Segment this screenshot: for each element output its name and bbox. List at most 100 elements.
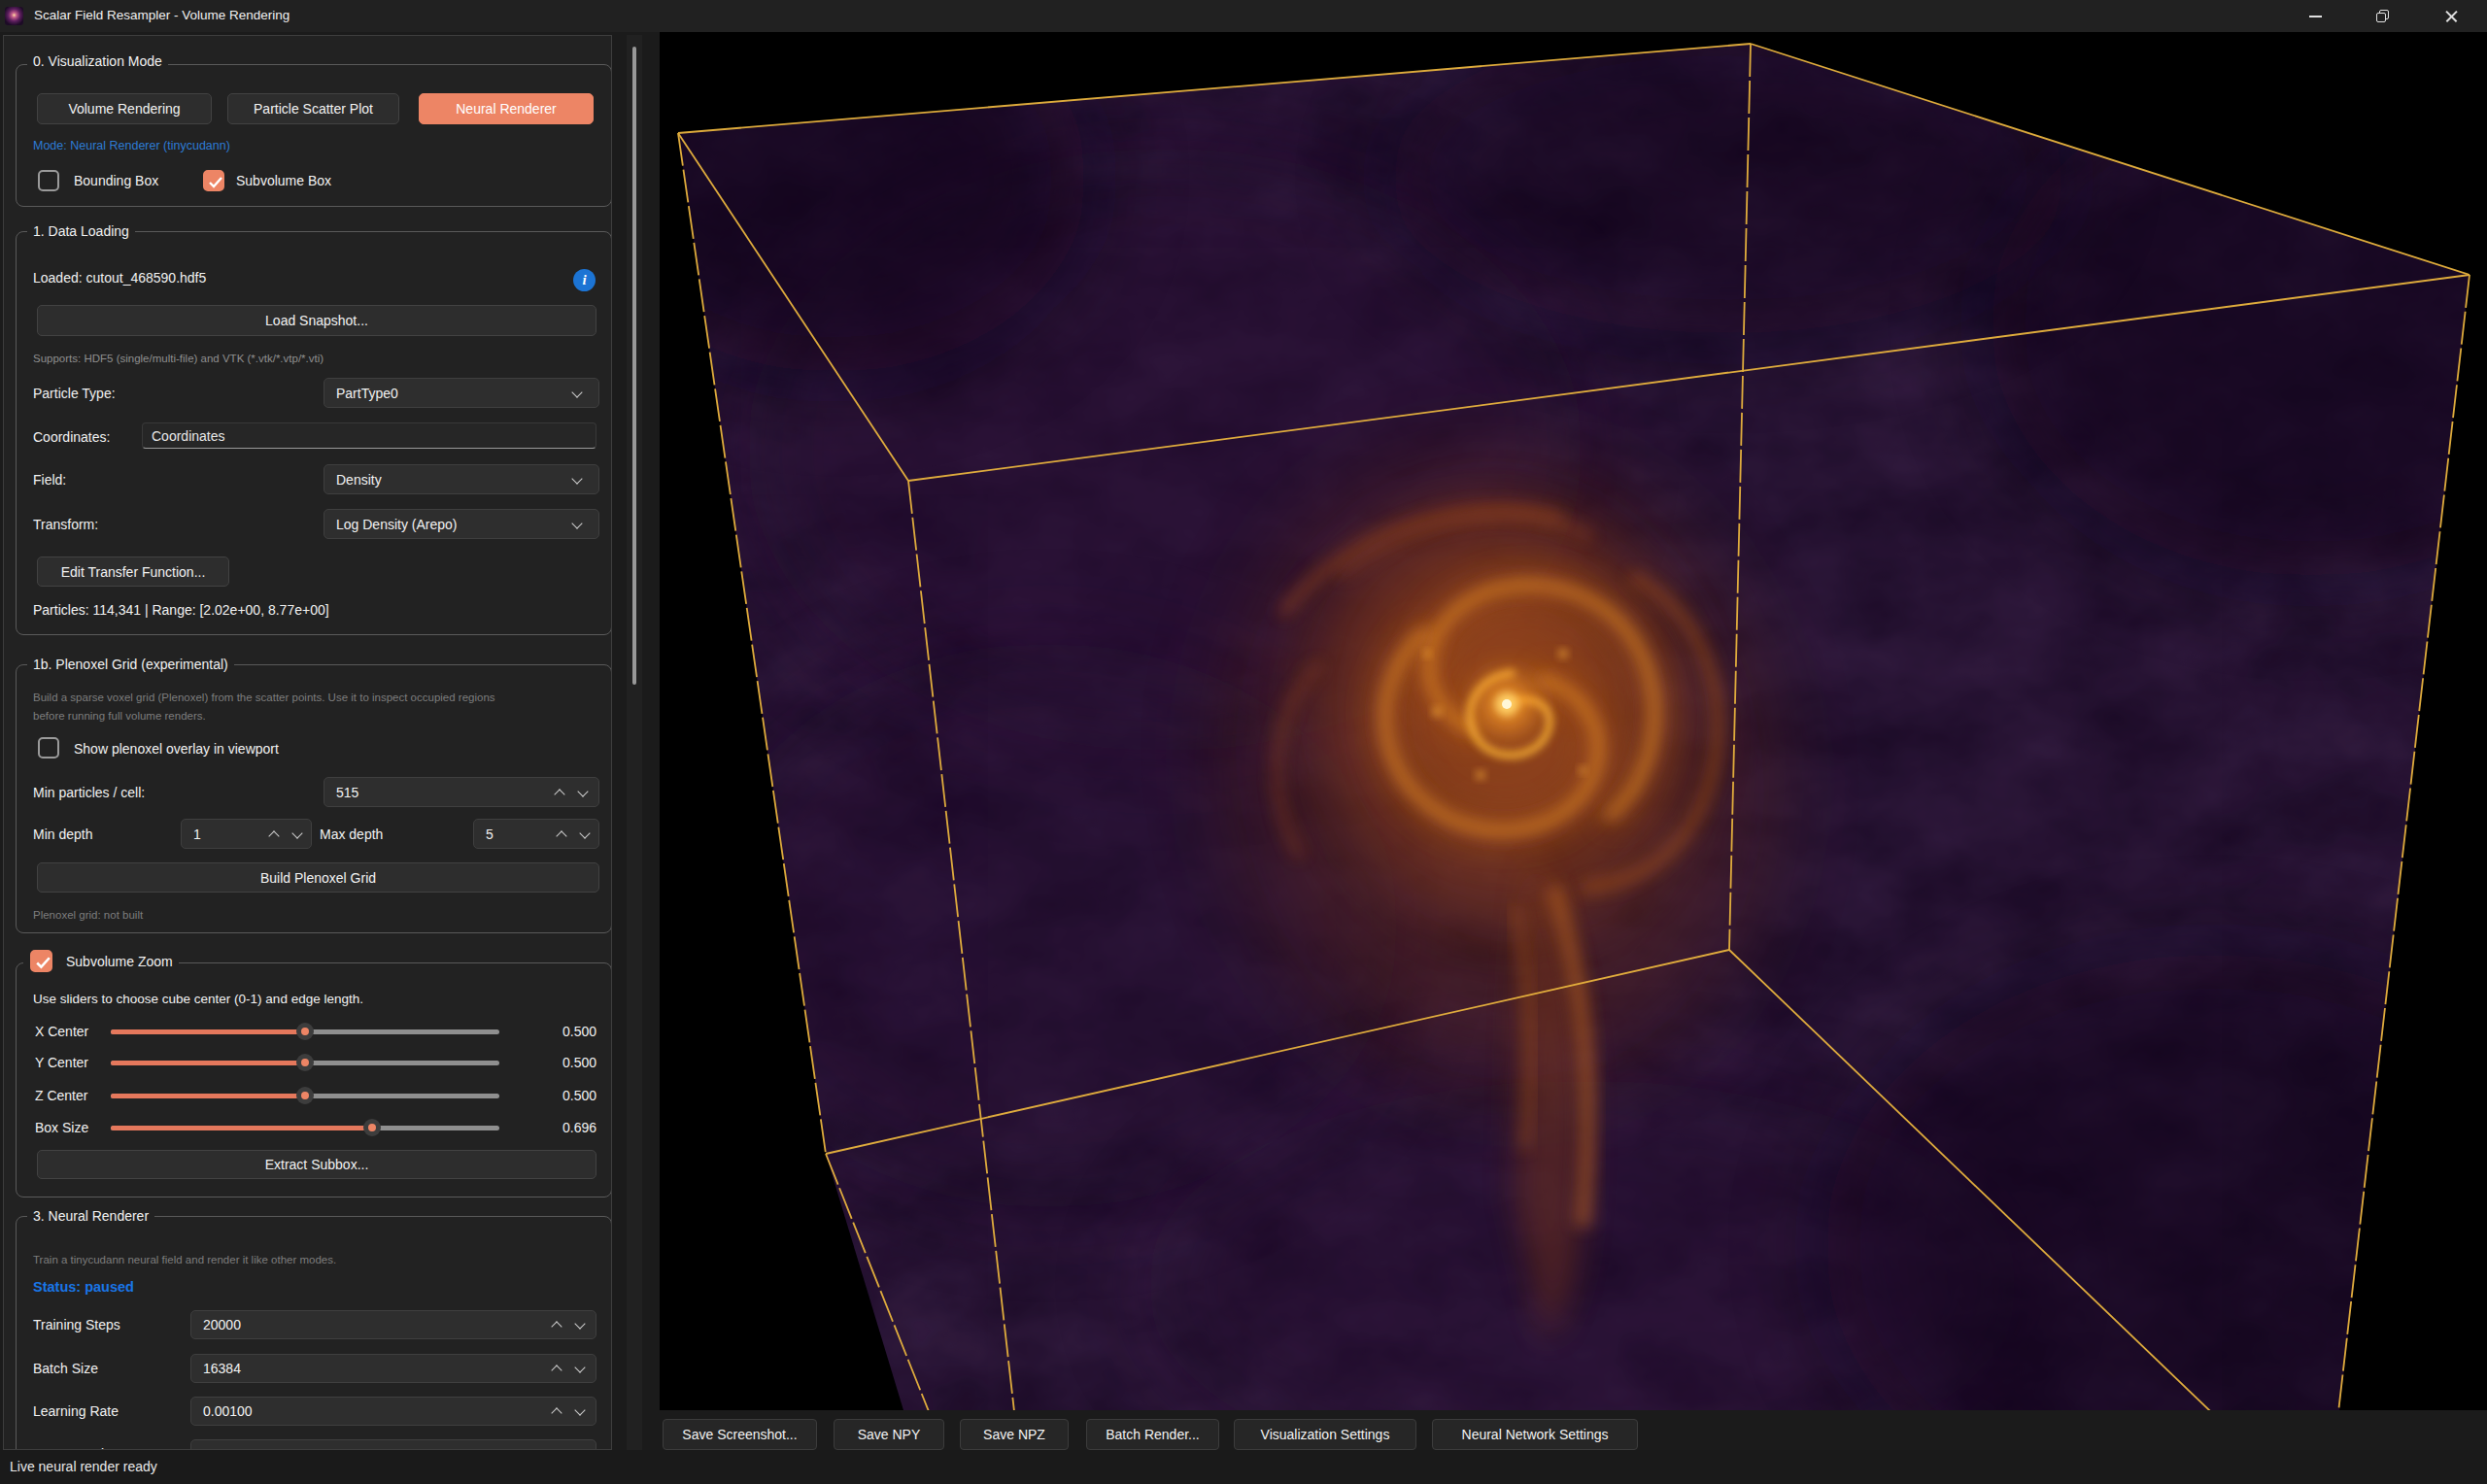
y-center-slider-handle[interactable] [296, 1054, 314, 1071]
log-interval-spin[interactable]: 100 [190, 1439, 596, 1450]
batch-size-value: 16384 [203, 1361, 241, 1376]
minimize-icon [2309, 16, 2322, 17]
chevron-down-icon[interactable] [574, 1362, 585, 1372]
coordinates-label: Coordinates: [33, 429, 110, 445]
load-snapshot-button[interactable]: Load Snapshot... [37, 305, 596, 336]
min-depth-value: 1 [193, 826, 201, 842]
chevron-up-icon[interactable] [268, 830, 279, 841]
chevron-up-icon[interactable] [554, 789, 564, 799]
transform-label: Transform: [33, 517, 98, 532]
bounding-box-checkbox[interactable] [38, 170, 59, 191]
subvolume-desc: Use sliders to choose cube center (0-1) … [33, 992, 363, 1006]
transform-value: Log Density (Arepo) [336, 517, 458, 532]
max-depth-label: Max depth [320, 826, 383, 842]
plenoxel-overlay-checkbox[interactable] [38, 737, 59, 759]
chevron-down-icon[interactable] [579, 827, 590, 838]
min-particles-value: 515 [336, 785, 358, 800]
y-center-label: Y Center [35, 1055, 88, 1070]
min-particles-label: Min particles / cell: [33, 785, 145, 800]
plenoxel-status: Plenoxel grid: not built [33, 906, 143, 924]
sidebar-scrollbar-handle[interactable] [632, 47, 636, 685]
transform-combo[interactable]: Log Density (Arepo) [324, 509, 599, 539]
particle-scatter-plot-button[interactable]: Particle Scatter Plot [227, 93, 399, 124]
chevron-down-icon[interactable] [577, 786, 588, 796]
field-label: Field: [33, 472, 66, 488]
box-size-label: Box Size [35, 1120, 88, 1135]
batch-render-button[interactable]: Batch Render... [1086, 1419, 1219, 1450]
subvolume-zoom-label: Subvolume Zoom [66, 954, 173, 969]
y-center-value: 0.500 [519, 1055, 596, 1070]
group-neural-renderer-title: 3. Neural Renderer [27, 1208, 154, 1224]
volume-render-canvas [660, 32, 2487, 1410]
loaded-file-label: Loaded: cutout_468590.hdf5 [33, 270, 206, 286]
chevron-up-icon[interactable] [551, 1365, 562, 1375]
learning-rate-spin[interactable]: 0.00100 [190, 1397, 596, 1426]
neural-status: Status: paused [33, 1279, 134, 1295]
subvolume-box-label: Subvolume Box [236, 173, 331, 188]
neural-desc: Train a tinycudann neural field and rend… [33, 1251, 336, 1268]
group-data-loading-title: 1. Data Loading [27, 223, 135, 239]
min-particles-spin[interactable]: 515 [324, 777, 599, 807]
volume-rendering-button[interactable]: Volume Rendering [37, 93, 212, 124]
visualization-settings-button[interactable]: Visualization Settings [1234, 1419, 1416, 1450]
restore-icon [2376, 10, 2390, 23]
neural-renderer-button[interactable]: Neural Renderer [419, 93, 594, 124]
z-center-slider-handle[interactable] [296, 1087, 314, 1104]
app-icon [5, 7, 23, 25]
max-depth-spin[interactable]: 5 [473, 819, 599, 849]
maximize-button[interactable] [2360, 0, 2404, 32]
window-title: Scalar Field Resampler - Volume Renderin… [34, 8, 290, 22]
particle-type-value: PartType0 [336, 386, 398, 401]
particle-type-combo[interactable]: PartType0 [324, 378, 599, 408]
field-combo[interactable]: Density [324, 464, 599, 494]
y-center-slider-row: Y Center 0.500 [4, 1052, 600, 1073]
box-size-slider-handle[interactable] [363, 1119, 381, 1136]
mode-note: Mode: Neural Renderer (tinycudann) [33, 139, 230, 152]
chevron-down-icon[interactable] [574, 1404, 585, 1415]
info-icon[interactable]: i [573, 269, 596, 291]
chevron-down-icon [571, 518, 582, 528]
box-size-slider-row: Box Size 0.696 [4, 1117, 600, 1138]
edit-transfer-function-button[interactable]: Edit Transfer Function... [37, 556, 229, 587]
title-bar: Scalar Field Resampler - Volume Renderin… [0, 0, 2487, 32]
min-depth-spin[interactable]: 1 [181, 819, 312, 849]
minimize-button[interactable] [2293, 0, 2337, 32]
slider-fill [111, 1094, 305, 1098]
chevron-up-icon[interactable] [556, 830, 566, 841]
min-depth-label: Min depth [33, 826, 92, 842]
chevron-up-icon[interactable] [551, 1321, 562, 1332]
plenoxel-overlay-label: Show plenoxel overlay in viewport [74, 741, 279, 757]
subvolume-zoom-legend: Subvolume Zoom [23, 949, 179, 974]
training-steps-spin[interactable]: 20000 [190, 1310, 596, 1339]
chevron-down-icon [571, 387, 582, 397]
save-screenshot-button[interactable]: Save Screenshot... [663, 1419, 817, 1450]
coordinates-input[interactable]: Coordinates [142, 422, 596, 449]
z-center-value: 0.500 [519, 1088, 596, 1103]
particles-info: Particles: 114,341 | Range: [2.02e+00, 8… [33, 602, 329, 618]
chevron-up-icon[interactable] [551, 1407, 562, 1418]
slider-fill [111, 1061, 305, 1065]
close-icon [2444, 9, 2459, 23]
learning-rate-label: Learning Rate [33, 1403, 119, 1419]
build-plenoxel-button[interactable]: Build Plenoxel Grid [37, 862, 599, 893]
x-center-slider-handle[interactable] [296, 1023, 314, 1040]
chevron-down-icon[interactable] [574, 1318, 585, 1329]
slider-fill [111, 1126, 372, 1130]
subvolume-zoom-checkbox[interactable] [30, 950, 52, 972]
chevron-down-icon[interactable] [291, 827, 302, 838]
extract-subbox-button[interactable]: Extract Subbox... [37, 1150, 596, 1179]
z-center-label: Z Center [35, 1088, 87, 1103]
subvolume-box-checkbox[interactable] [203, 170, 224, 191]
x-center-slider-row: X Center 0.500 [4, 1021, 600, 1042]
max-depth-value: 5 [486, 826, 494, 842]
batch-size-spin[interactable]: 16384 [190, 1354, 596, 1383]
viewport[interactable] [660, 32, 2487, 1410]
save-npy-button[interactable]: Save NPY [834, 1419, 944, 1450]
save-npz-button[interactable]: Save NPZ [960, 1419, 1069, 1450]
z-center-slider-row: Z Center 0.500 [4, 1085, 600, 1106]
coordinates-value: Coordinates [152, 428, 225, 444]
close-button[interactable] [2429, 0, 2473, 32]
particle-type-label: Particle Type: [33, 386, 116, 401]
neural-network-settings-button[interactable]: Neural Network Settings [1432, 1419, 1638, 1450]
chevron-down-icon [571, 473, 582, 484]
